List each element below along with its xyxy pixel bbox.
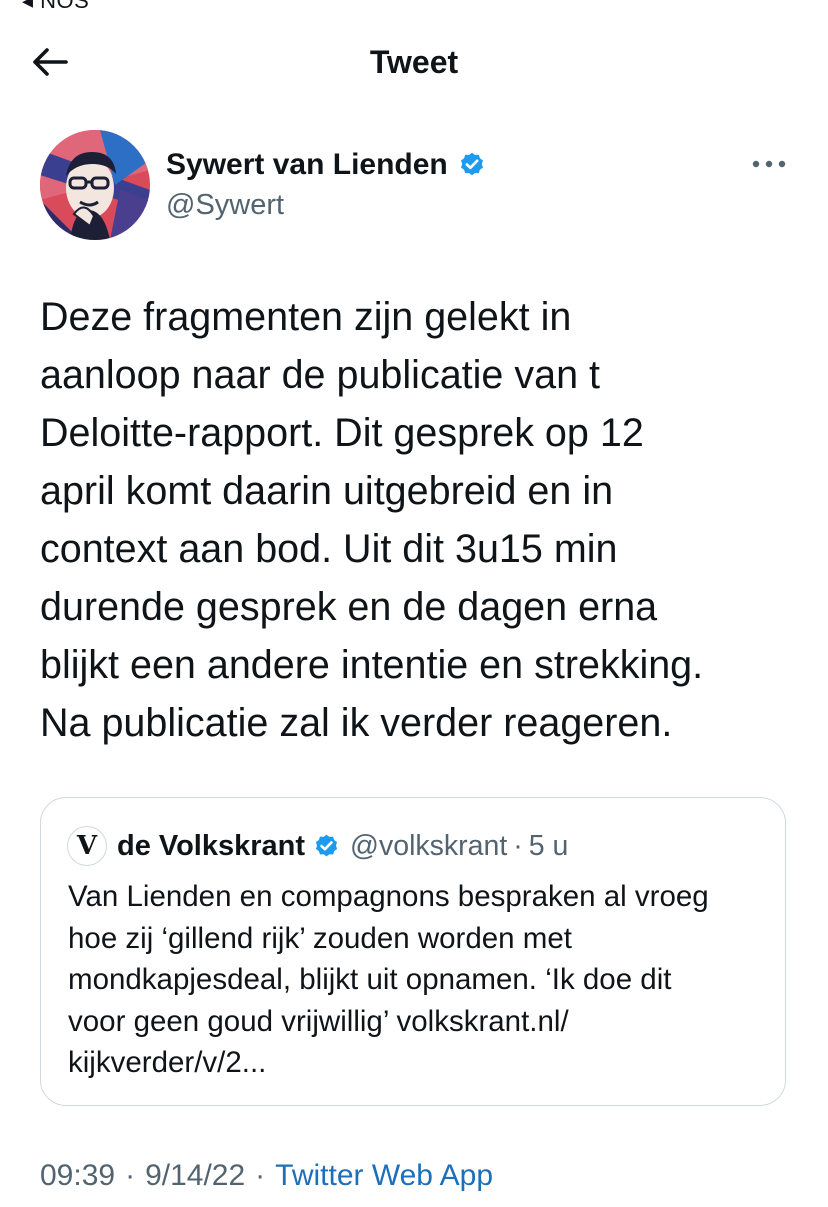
status-bar-back-link[interactable]: ◂ NOS [22,0,89,14]
quoted-author-name: de Volkskrant [117,830,306,862]
page-title: Tweet [369,44,459,80]
quoted-tweet-text: Van Lienden en compagnons bespraken al v… [68,876,768,1084]
author-name: Sywert van Lienden [166,148,448,181]
quoted-text-line: kijkverder/v/2... [68,1046,267,1079]
tweet-text-line: aanloop naar de publicatie van t [40,353,601,397]
tweet-time: 09:39 [40,1159,116,1192]
tweet-date: 9/14/22 [145,1159,246,1192]
separator-dot: · [255,1159,266,1192]
separator-dot: · [125,1159,136,1192]
tweet-text-line: Deloitte-rapport. Dit gesprek op 12 [40,411,644,455]
quoted-tweet-header: V de Volkskrant @volkskrant · 5 u [67,826,568,866]
avatar[interactable] [40,130,150,240]
tweet-text: Deze fragmenten zijn gelekt in aanloop n… [40,288,800,752]
tweet-metadata: 09:39 · 9/14/22 · Twitter Web App [40,1156,493,1196]
separator-dot: · [513,830,523,862]
author-name-row[interactable]: Sywert van Lienden [166,145,486,185]
tweet-text-line: Deze fragmenten zijn gelekt in [40,295,572,339]
tweet-text-line: april komt daarin uitgebreid en in [40,469,614,513]
quoted-tweet-time: 5 u [528,830,569,862]
quoted-tweet-card[interactable]: V de Volkskrant @volkskrant · 5 u Van Li… [40,797,786,1106]
tweet-text-line: context aan bod. Uit dit 3u15 min [40,527,618,571]
tweet-text-line: durende gesprek en de dagen erna [40,585,658,629]
quoted-author-handle: @volkskrant [350,830,508,862]
quoted-text-line: hoe zij ‘gillend rijk’ zouden worden met [68,921,572,955]
quoted-text-line: voor geen goud vrijwillig’ volkskrant.nl… [68,1004,569,1038]
quoted-text-line: Van Lienden en compagnons bespraken al v… [68,880,709,913]
more-horizontal-icon [752,160,786,168]
tweet-text-line: blijkt een andere intentie en strekking. [40,643,704,687]
tweet-source-link[interactable]: Twitter Web App [275,1159,493,1193]
verified-badge-icon [313,833,340,860]
author-portrait-image [40,130,150,240]
tweet-text-line: Na publicatie zal ik verder reageren. [40,701,673,745]
quoted-text-line: mondkapjesdeal, blijkt uit opnamen. ‘Ik … [68,963,672,996]
verified-badge-icon [458,151,486,179]
author-handle[interactable]: @Sywert [166,186,284,224]
volkskrant-logo-avatar: V [67,826,107,866]
more-options-button[interactable] [748,150,790,178]
